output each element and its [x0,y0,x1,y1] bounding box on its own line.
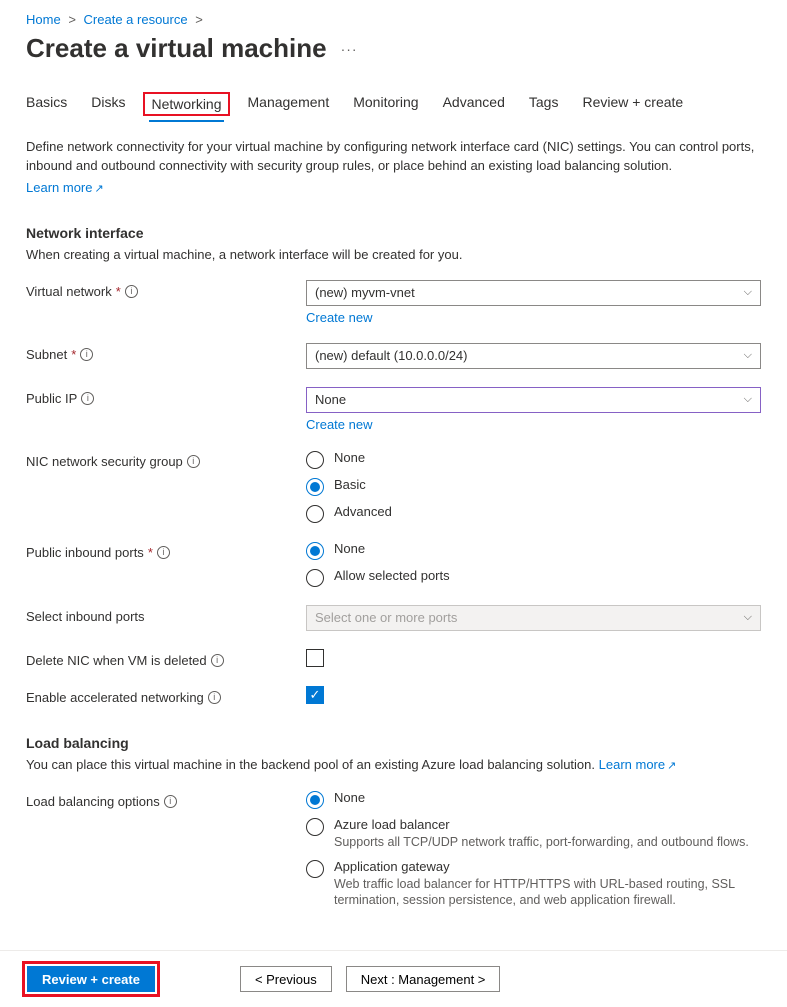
external-link-icon: ↗ [667,760,676,772]
info-icon[interactable]: i [164,795,177,808]
section-network-interface-desc: When creating a virtual machine, a netwo… [26,247,761,262]
info-icon[interactable]: i [187,455,200,468]
intro-text: Define network connectivity for your vir… [26,138,761,176]
review-create-button[interactable]: Review + create [27,966,155,992]
accel-net-checkbox[interactable]: ✓ [306,686,324,704]
info-icon[interactable]: i [208,691,221,704]
section-load-balancing: Load balancing [26,735,761,751]
tab-basics[interactable]: Basics [26,88,67,120]
label-delete-nic: Delete NIC when VM is deleted [26,653,207,668]
required-indicator: * [148,545,153,560]
tabs: Basics Disks Networking Management Monit… [0,88,787,120]
create-new-vnet-link[interactable]: Create new [306,310,372,325]
tab-management[interactable]: Management [248,88,330,120]
breadcrumb-create-resource[interactable]: Create a resource [84,12,188,27]
label-lb-options: Load balancing options [26,794,160,809]
breadcrumb: Home > Create a resource > [0,12,787,27]
info-icon[interactable]: i [125,285,138,298]
lb-options-radio-group: None Azure load balancer Supports all TC… [306,790,761,910]
subnet-select[interactable]: (new) default (10.0.0.0/24)⌵ [306,343,761,369]
page-title: Create a virtual machine [26,33,327,64]
lb-agw-desc: Web traffic load balancer for HTTP/HTTPS… [334,876,761,910]
info-icon[interactable]: i [211,654,224,667]
required-indicator: * [116,284,121,299]
footer-bar: Review + create < Previous Next : Manage… [0,950,787,1007]
inbound-ports-radio-group: None Allow selected ports [306,541,761,587]
lb-alb-radio[interactable]: Azure load balancer Supports all TCP/UDP… [306,817,761,851]
info-icon[interactable]: i [81,392,94,405]
chevron-down-icon: ⌵ [744,393,752,406]
virtual-network-select[interactable]: (new) myvm-vnet⌵ [306,280,761,306]
lb-none-radio[interactable]: None [306,790,761,809]
label-select-inbound-ports: Select inbound ports [26,609,145,624]
delete-nic-checkbox[interactable] [306,649,324,667]
tab-advanced[interactable]: Advanced [443,88,505,120]
tab-tags[interactable]: Tags [529,88,559,120]
label-accel-net: Enable accelerated networking [26,690,204,705]
label-public-ip: Public IP [26,391,77,406]
tab-monitoring[interactable]: Monitoring [353,88,418,120]
chevron-right-icon: > [64,12,80,27]
chevron-down-icon: ⌵ [744,286,752,299]
section-network-interface: Network interface [26,225,761,241]
nsg-advanced-radio[interactable]: Advanced [306,504,761,523]
chevron-down-icon: ⌵ [744,611,752,624]
lb-learn-more-link[interactable]: Learn more↗ [599,757,677,772]
breadcrumb-home[interactable]: Home [26,12,61,27]
label-virtual-network: Virtual network [26,284,112,299]
section-load-balancing-desc: You can place this virtual machine in th… [26,757,761,772]
tab-review[interactable]: Review + create [582,88,683,120]
nsg-basic-radio[interactable]: Basic [306,477,761,496]
previous-button[interactable]: < Previous [240,966,332,992]
nsg-radio-group: None Basic Advanced [306,450,761,523]
chevron-right-icon: > [191,12,207,27]
more-icon[interactable]: ··· [341,41,358,57]
public-ip-select[interactable]: None⌵ [306,387,761,413]
tab-networking[interactable]: Networking [149,88,223,120]
required-indicator: * [71,347,76,362]
create-new-public-ip-link[interactable]: Create new [306,417,372,432]
lb-agw-radio[interactable]: Application gateway Web traffic load bal… [306,859,761,910]
next-button[interactable]: Next : Management > [346,966,501,992]
tab-disks[interactable]: Disks [91,88,125,120]
inbound-allow-radio[interactable]: Allow selected ports [306,568,761,587]
info-icon[interactable]: i [157,546,170,559]
external-link-icon: ↗ [94,183,103,195]
info-icon[interactable]: i [80,348,93,361]
label-inbound-ports: Public inbound ports [26,545,144,560]
nsg-none-radio[interactable]: None [306,450,761,469]
label-nsg: NIC network security group [26,454,183,469]
select-inbound-ports-select: Select one or more ports⌵ [306,605,761,631]
lb-alb-desc: Supports all TCP/UDP network traffic, po… [334,834,749,851]
chevron-down-icon: ⌵ [744,349,752,362]
inbound-none-radio[interactable]: None [306,541,761,560]
learn-more-link[interactable]: Learn more↗ [26,180,104,195]
label-subnet: Subnet [26,347,67,362]
